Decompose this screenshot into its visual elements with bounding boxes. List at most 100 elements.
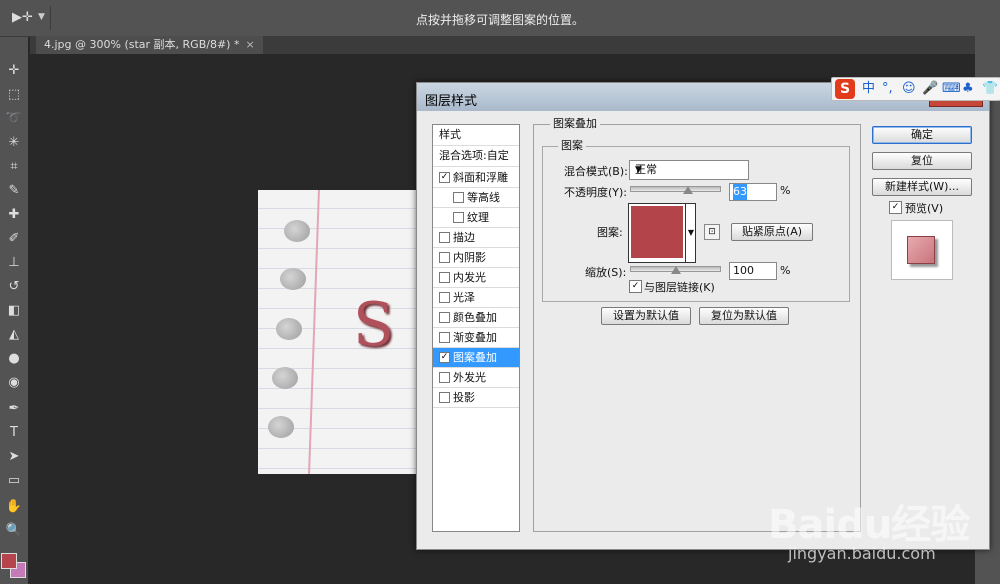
text-icon[interactable]: T — [3, 423, 25, 443]
opacity-slider[interactable] — [630, 186, 721, 192]
opacity-slider-thumb[interactable] — [683, 186, 693, 194]
style-preview — [891, 220, 953, 280]
path-select-icon[interactable]: ➤ — [3, 447, 25, 467]
scale-slider-thumb[interactable] — [671, 266, 681, 274]
style-item-stroke[interactable]: 描边 — [433, 228, 519, 248]
styles-list: 样式 混合选项:自定 ✓ 斜面和浮雕 等高线 纹理 描边 内阴影 内发光 光泽 颜… — [432, 124, 520, 532]
emoji-icon[interactable]: ☺ — [902, 80, 916, 98]
stamp-icon[interactable]: ⊥ — [3, 253, 25, 273]
make-default-button[interactable]: 设置为默认值 — [601, 307, 691, 325]
preview-swatch — [907, 236, 935, 264]
ruled-line — [258, 288, 418, 289]
style-item-bevel-emboss[interactable]: ✓ 斜面和浮雕 — [433, 168, 519, 188]
styles-header[interactable]: 样式 — [433, 125, 519, 146]
close-icon[interactable]: × — [245, 38, 254, 51]
chevron-down-icon: ▼ — [635, 165, 642, 175]
foreground-color-swatch[interactable] — [1, 553, 17, 569]
style-item-outer-glow[interactable]: 外发光 — [433, 368, 519, 388]
checkbox[interactable]: ✓ — [439, 172, 450, 183]
style-item-inner-glow[interactable]: 内发光 — [433, 268, 519, 288]
new-preset-icon[interactable]: ⊡ — [704, 224, 720, 240]
scale-value: 100 — [733, 264, 754, 277]
binder-hole — [280, 268, 306, 290]
ruled-line — [258, 408, 418, 409]
magic-wand-icon[interactable]: ✳ — [3, 133, 25, 153]
scale-label: 缩放(S): — [585, 266, 627, 279]
blend-options-item[interactable]: 混合选项:自定 — [433, 146, 519, 167]
hand-icon[interactable]: ✋ — [3, 497, 25, 517]
link-with-layer-label: 与图层链接(K) — [644, 281, 715, 294]
checkbox[interactable]: ✓ — [439, 352, 450, 363]
preview-label: 预览(V) — [905, 202, 944, 215]
skin-icon[interactable]: 👕 — [982, 80, 998, 98]
eraser-icon[interactable]: ◧ — [3, 301, 25, 321]
checkbox[interactable] — [439, 392, 450, 403]
checkbox[interactable] — [439, 372, 450, 383]
history-brush-icon[interactable]: ↺ — [3, 277, 25, 297]
checkbox[interactable] — [439, 272, 450, 283]
document-tab[interactable]: 4.jpg @ 300% (star 副本, RGB/8#) * × — [36, 36, 263, 54]
brush-icon[interactable]: ✐ — [3, 229, 25, 249]
keyboard-icon[interactable]: ⌨ — [942, 80, 961, 98]
reset-button[interactable]: 复位 — [872, 152, 972, 170]
document-canvas[interactable]: S — [258, 190, 418, 474]
opacity-label: 不透明度(Y): — [564, 186, 628, 199]
watermark-url: jingyan.baidu.com — [788, 544, 936, 563]
reset-to-default-button[interactable]: 复位为默认值 — [699, 307, 789, 325]
style-item-color-overlay[interactable]: 颜色叠加 — [433, 308, 519, 328]
ruled-line — [258, 468, 418, 469]
lasso-icon[interactable]: ➰ — [3, 109, 25, 129]
chevron-down-icon[interactable]: ▼ — [685, 204, 696, 262]
move-icon[interactable]: ✛ — [3, 61, 25, 81]
dodge-icon[interactable]: ◉ — [3, 373, 25, 393]
group-title: 图案 — [558, 140, 586, 152]
style-item-satin[interactable]: 光泽 — [433, 288, 519, 308]
style-item-gradient-overlay[interactable]: 渐变叠加 — [433, 328, 519, 348]
pattern-swatch — [631, 206, 683, 258]
ok-button[interactable]: 确定 — [872, 126, 972, 144]
dialog-title: 图层样式 — [425, 94, 478, 109]
opacity-input[interactable]: 63 — [729, 183, 777, 201]
checkbox[interactable] — [439, 292, 450, 303]
checkbox[interactable] — [439, 232, 450, 243]
checkbox[interactable] — [453, 192, 464, 203]
checkbox[interactable] — [439, 332, 450, 343]
microphone-icon[interactable]: 🎤 — [922, 80, 938, 98]
sogou-logo-icon[interactable]: S — [835, 79, 855, 99]
document-tab-title: 4.jpg @ 300% (star 副本, RGB/8#) * — [44, 38, 240, 51]
checkbox[interactable] — [439, 252, 450, 263]
style-item-texture[interactable]: 纹理 — [433, 208, 519, 228]
crop-icon[interactable]: ⌗ — [3, 157, 25, 177]
checkbox[interactable] — [453, 212, 464, 223]
healing-brush-icon[interactable]: ✚ — [3, 205, 25, 225]
style-item-pattern-overlay[interactable]: ✓ 图案叠加 — [433, 348, 519, 368]
checkbox[interactable] — [439, 312, 450, 323]
snap-to-origin-button[interactable]: 贴紧原点(A) — [731, 223, 813, 241]
preview-checkbox[interactable]: ✓ — [889, 201, 902, 214]
marquee-icon[interactable]: ⬚ — [3, 85, 25, 105]
zoom-icon[interactable]: 🔍 — [3, 521, 25, 541]
pattern-picker[interactable]: ▼ — [628, 203, 696, 263]
binder-hole — [268, 416, 294, 438]
scale-input[interactable]: 100 — [729, 262, 777, 280]
blend-mode-select[interactable]: 正常 ▼ — [629, 160, 749, 180]
blur-icon[interactable]: ● — [3, 349, 25, 369]
style-item-inner-shadow[interactable]: 内阴影 — [433, 248, 519, 268]
new-style-button[interactable]: 新建样式(W)... — [872, 178, 972, 196]
pen-icon[interactable]: ✒ — [3, 399, 25, 419]
shape-icon[interactable]: ▭ — [3, 471, 25, 491]
ime-chinese-mode[interactable]: 中 — [862, 80, 875, 98]
paint-bucket-icon[interactable]: ◭ — [3, 325, 25, 345]
eyedropper-icon[interactable]: ✎ — [3, 181, 25, 201]
style-item-drop-shadow[interactable]: 投影 — [433, 388, 519, 408]
opacity-value: 63 — [733, 184, 747, 200]
toolbox-icon[interactable]: ♣ — [962, 80, 974, 98]
canvas-letter: S — [353, 290, 395, 360]
link-with-layer-checkbox[interactable]: ✓ — [629, 280, 642, 293]
blend-mode-label: 混合模式(B): — [564, 165, 628, 178]
style-item-contour[interactable]: 等高线 — [433, 188, 519, 208]
document-tab-bar: 4.jpg @ 300% (star 副本, RGB/8#) * × — [30, 36, 975, 54]
ruled-line — [258, 248, 418, 249]
ime-punctuation-icon[interactable]: °, — [882, 80, 893, 98]
ruled-line — [258, 228, 418, 229]
